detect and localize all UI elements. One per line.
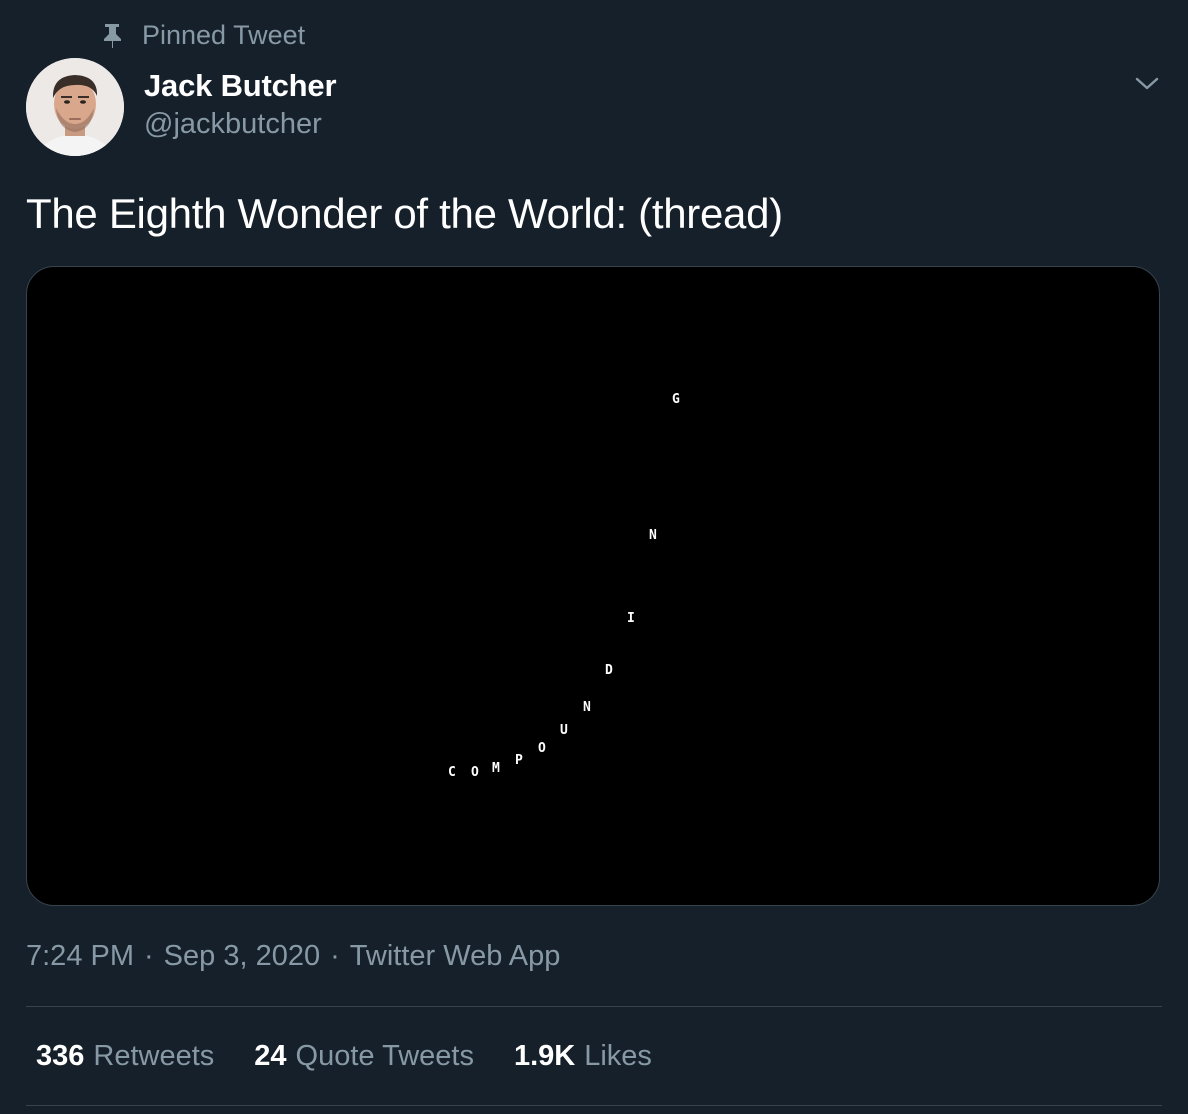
tweet-source[interactable]: Twitter Web App	[350, 940, 561, 973]
tweet-text: The Eighth Wonder of the World: (thread)	[26, 190, 783, 237]
chevron-down-icon[interactable]	[1133, 72, 1161, 94]
likes-label: Likes	[584, 1040, 652, 1072]
retweets-stat[interactable]: 336 Retweets	[36, 1040, 214, 1073]
pinned-tweet-indicator: Pinned Tweet	[100, 18, 305, 52]
retweets-count: 336	[36, 1040, 85, 1072]
media-letter: P	[515, 753, 523, 768]
quote-tweets-label: Quote Tweets	[295, 1040, 474, 1072]
divider	[26, 1006, 1162, 1007]
pin-icon	[100, 22, 124, 48]
media-letter: O	[471, 765, 479, 780]
tweet-media[interactable]: C O M P O U N D I N G	[26, 266, 1160, 906]
media-letter: O	[538, 741, 546, 756]
tweet-time[interactable]: 7:24 PM	[26, 940, 134, 973]
tweet[interactable]: Pinned Tweet Jack Butcher @jackbutcher T…	[0, 0, 1188, 1114]
separator: ·	[330, 940, 340, 972]
media-letter: I	[627, 611, 635, 626]
media-letter: U	[560, 723, 568, 738]
tweet-stats: 336 Retweets 24 Quote Tweets 1.9K Likes	[36, 1040, 692, 1073]
media-letter: C	[448, 765, 456, 780]
author-name[interactable]: Jack Butcher	[144, 68, 337, 104]
media-letter: N	[649, 528, 657, 543]
retweets-label: Retweets	[93, 1040, 215, 1072]
likes-count: 1.9K	[513, 1040, 576, 1072]
quote-tweets-count: 24	[254, 1040, 287, 1072]
author-handle[interactable]: @jackbutcher	[144, 108, 322, 141]
media-letter: D	[605, 663, 613, 678]
tweet-meta: 7:24 PM · Sep 3, 2020 · Twitter Web App	[26, 940, 560, 973]
media-letter: N	[583, 700, 591, 715]
separator: ·	[144, 940, 154, 972]
tweet-date[interactable]: Sep 3, 2020	[164, 940, 320, 973]
pinned-tweet-label: Pinned Tweet	[142, 19, 306, 50]
media-letter: G	[672, 392, 680, 407]
likes-stat[interactable]: 1.9K Likes	[514, 1040, 652, 1073]
media-letter: M	[492, 761, 500, 776]
quote-tweets-stat[interactable]: 24 Quote Tweets	[254, 1040, 474, 1073]
avatar[interactable]	[26, 58, 124, 156]
divider	[26, 1105, 1162, 1106]
